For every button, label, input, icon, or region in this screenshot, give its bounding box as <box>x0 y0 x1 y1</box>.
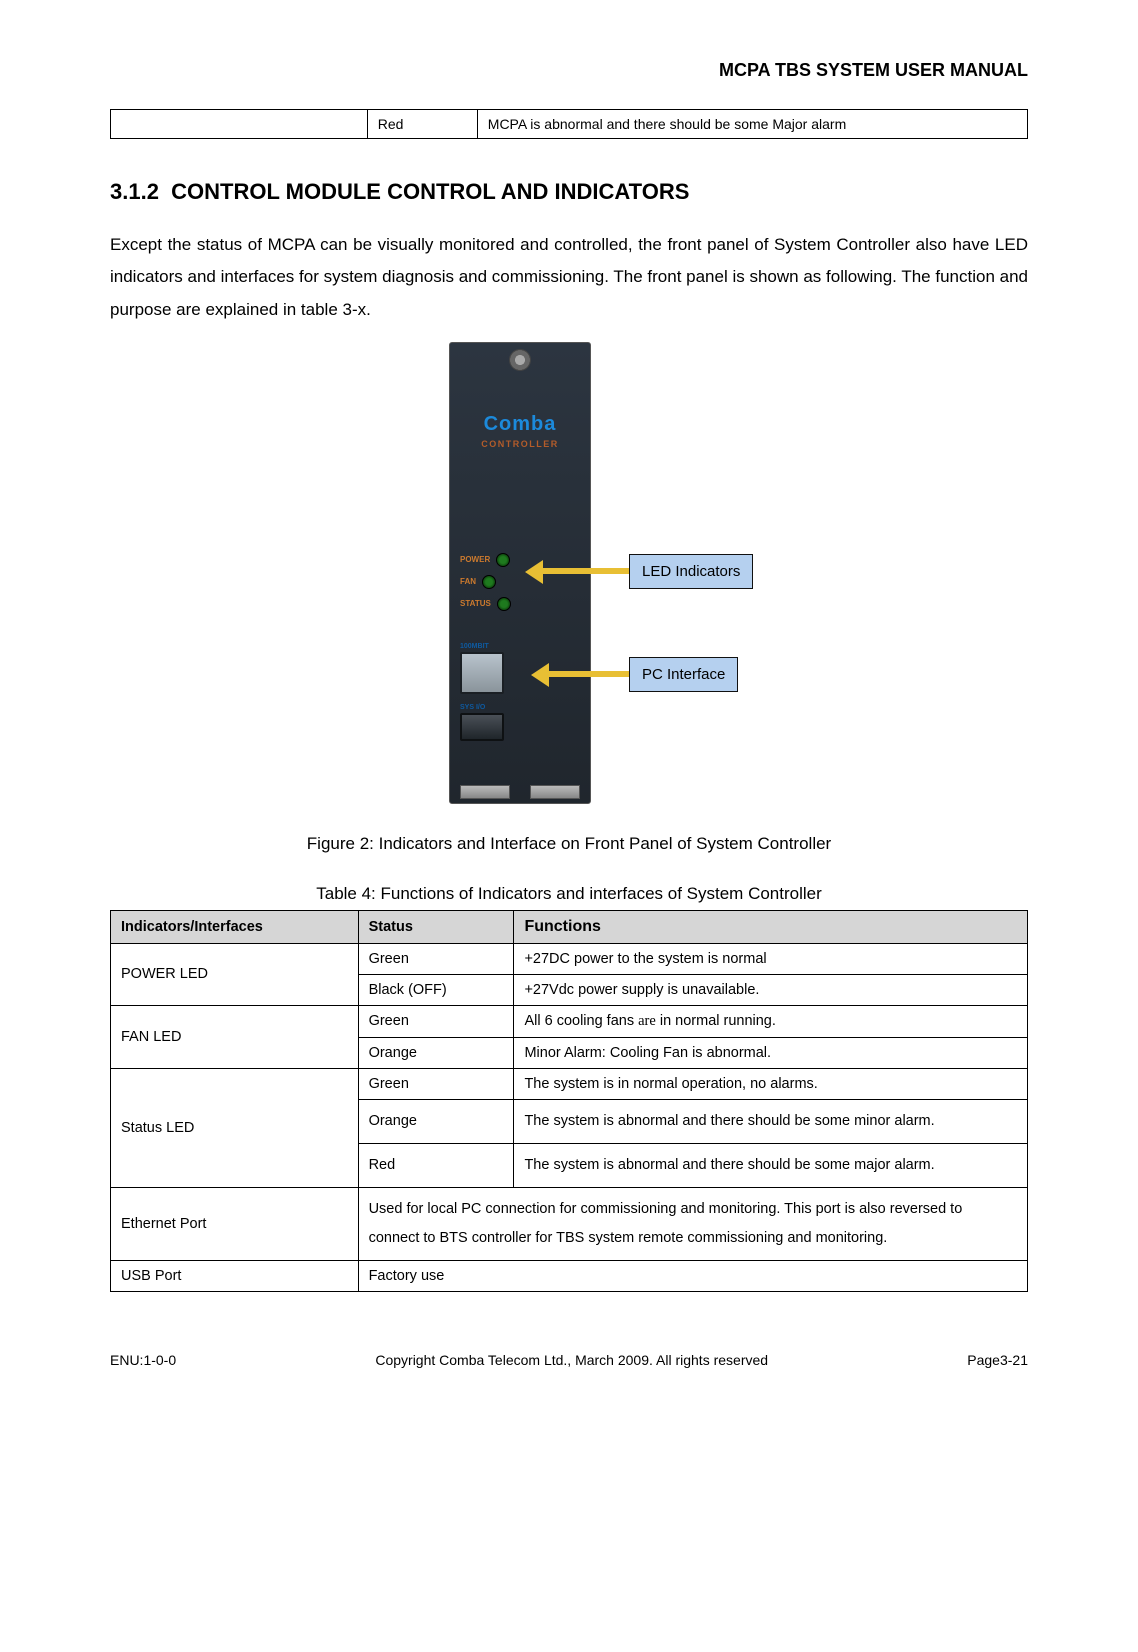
cell-status: Green <box>358 1068 514 1099</box>
figure-caption: Figure 2: Indicators and Interface on Fr… <box>110 834 1028 854</box>
brand-label: Comba <box>450 413 590 436</box>
cell-ethernet-desc: Used for local PC connection for commiss… <box>358 1187 1027 1260</box>
ethernet-port-icon <box>460 652 504 694</box>
table-row: POWER LED Green +27DC power to the syste… <box>111 943 1028 974</box>
cell-usb-desc: Factory use <box>358 1260 1027 1291</box>
table-header-row: Indicators/Interfaces Status Functions <box>111 910 1028 943</box>
cell-func: All 6 cooling fans are in normal running… <box>514 1005 1028 1037</box>
led-label-power: POWER <box>460 555 490 564</box>
cell-func: +27Vdc power supply is unavailable. <box>514 974 1028 1005</box>
alarm-table-fragment: Red MCPA is abnormal and there should be… <box>110 109 1028 139</box>
callout-led-indicators: LED Indicators <box>629 554 753 589</box>
arrow-head-icon <box>525 560 543 584</box>
cell-func: The system is abnormal and there should … <box>514 1099 1028 1143</box>
section-heading: 3.1.2 CONTROL MODULE CONTROL AND INDICAT… <box>110 179 1028 205</box>
col-header-indicators: Indicators/Interfaces <box>111 910 359 943</box>
alarm-cell-desc: MCPA is abnormal and there should be som… <box>477 110 1027 139</box>
footer-center: Copyright Comba Telecom Ltd., March 2009… <box>375 1352 768 1368</box>
port-label: 100MBIT <box>460 643 505 650</box>
cell-func: +27DC power to the system is normal <box>514 943 1028 974</box>
figure: Comba CONTROLLER POWER FAN STATUS 100MBI… <box>110 342 1028 822</box>
led-label-status: STATUS <box>460 599 491 608</box>
cell-status-led: Status LED <box>111 1068 359 1187</box>
text-span-mono: are <box>638 1013 656 1029</box>
port-block: 100MBIT SYS I/O <box>460 643 505 741</box>
bottom-bar <box>460 785 580 797</box>
col-header-status: Status <box>358 910 514 943</box>
section-number: 3.1.2 <box>110 179 159 204</box>
cell-status: Black (OFF) <box>358 974 514 1005</box>
arrow-head-icon <box>531 663 549 687</box>
table-caption: Table 4: Functions of Indicators and int… <box>110 884 1028 904</box>
cell-func: Minor Alarm: Cooling Fan is abnormal. <box>514 1037 1028 1068</box>
alarm-cell-status: Red <box>367 110 477 139</box>
footer-left: ENU:1-0-0 <box>110 1352 176 1368</box>
led-dot-icon <box>497 597 511 611</box>
section-title: CONTROL MODULE CONTROL AND INDICATORS <box>171 179 689 204</box>
arrow-line <box>547 671 629 677</box>
brand-sub-label: CONTROLLER <box>450 439 590 449</box>
callout-pc-interface: PC Interface <box>629 657 738 692</box>
bottom-bar-seg <box>530 785 580 799</box>
table-row: Status LED Green The system is in normal… <box>111 1068 1028 1099</box>
cell-func: The system is abnormal and there should … <box>514 1143 1028 1187</box>
bottom-bar-seg <box>460 785 510 799</box>
table-row: Ethernet Port Used for local PC connecti… <box>111 1187 1028 1260</box>
led-dot-icon <box>482 575 496 589</box>
page-header: MCPA TBS SYSTEM USER MANUAL <box>110 60 1028 81</box>
sysio-port-icon <box>460 713 504 741</box>
cell-func: The system is in normal operation, no al… <box>514 1068 1028 1099</box>
section-paragraph: Except the status of MCPA can be visuall… <box>110 229 1028 326</box>
alarm-cell-empty <box>111 110 368 139</box>
led-dot-icon <box>496 553 510 567</box>
table-row: USB Port Factory use <box>111 1260 1028 1291</box>
cell-status: Red <box>358 1143 514 1187</box>
cell-status: Green <box>358 943 514 974</box>
footer-right: Page3-21 <box>967 1352 1028 1368</box>
led-row-status: STATUS <box>460 593 544 615</box>
port-label-2: SYS I/O <box>460 704 505 711</box>
cell-power-led: POWER LED <box>111 943 359 1005</box>
cell-status: Orange <box>358 1099 514 1143</box>
cell-usb-port: USB Port <box>111 1260 359 1291</box>
cell-ethernet-port: Ethernet Port <box>111 1187 359 1260</box>
cell-status: Green <box>358 1005 514 1037</box>
col-header-functions: Functions <box>514 910 1028 943</box>
text-span: All 6 cooling fans <box>524 1013 638 1029</box>
cell-status: Orange <box>358 1037 514 1068</box>
cell-fan-led: FAN LED <box>111 1005 359 1068</box>
screw-icon <box>509 349 531 371</box>
functions-table: Indicators/Interfaces Status Functions P… <box>110 910 1028 1292</box>
arrow-line <box>541 568 629 574</box>
text-span: in normal running. <box>656 1013 776 1029</box>
table-row: Red MCPA is abnormal and there should be… <box>111 110 1028 139</box>
table-row: FAN LED Green All 6 cooling fans are in … <box>111 1005 1028 1037</box>
led-label-fan: FAN <box>460 577 476 586</box>
page-footer: ENU:1-0-0 Copyright Comba Telecom Ltd., … <box>110 1352 1028 1368</box>
